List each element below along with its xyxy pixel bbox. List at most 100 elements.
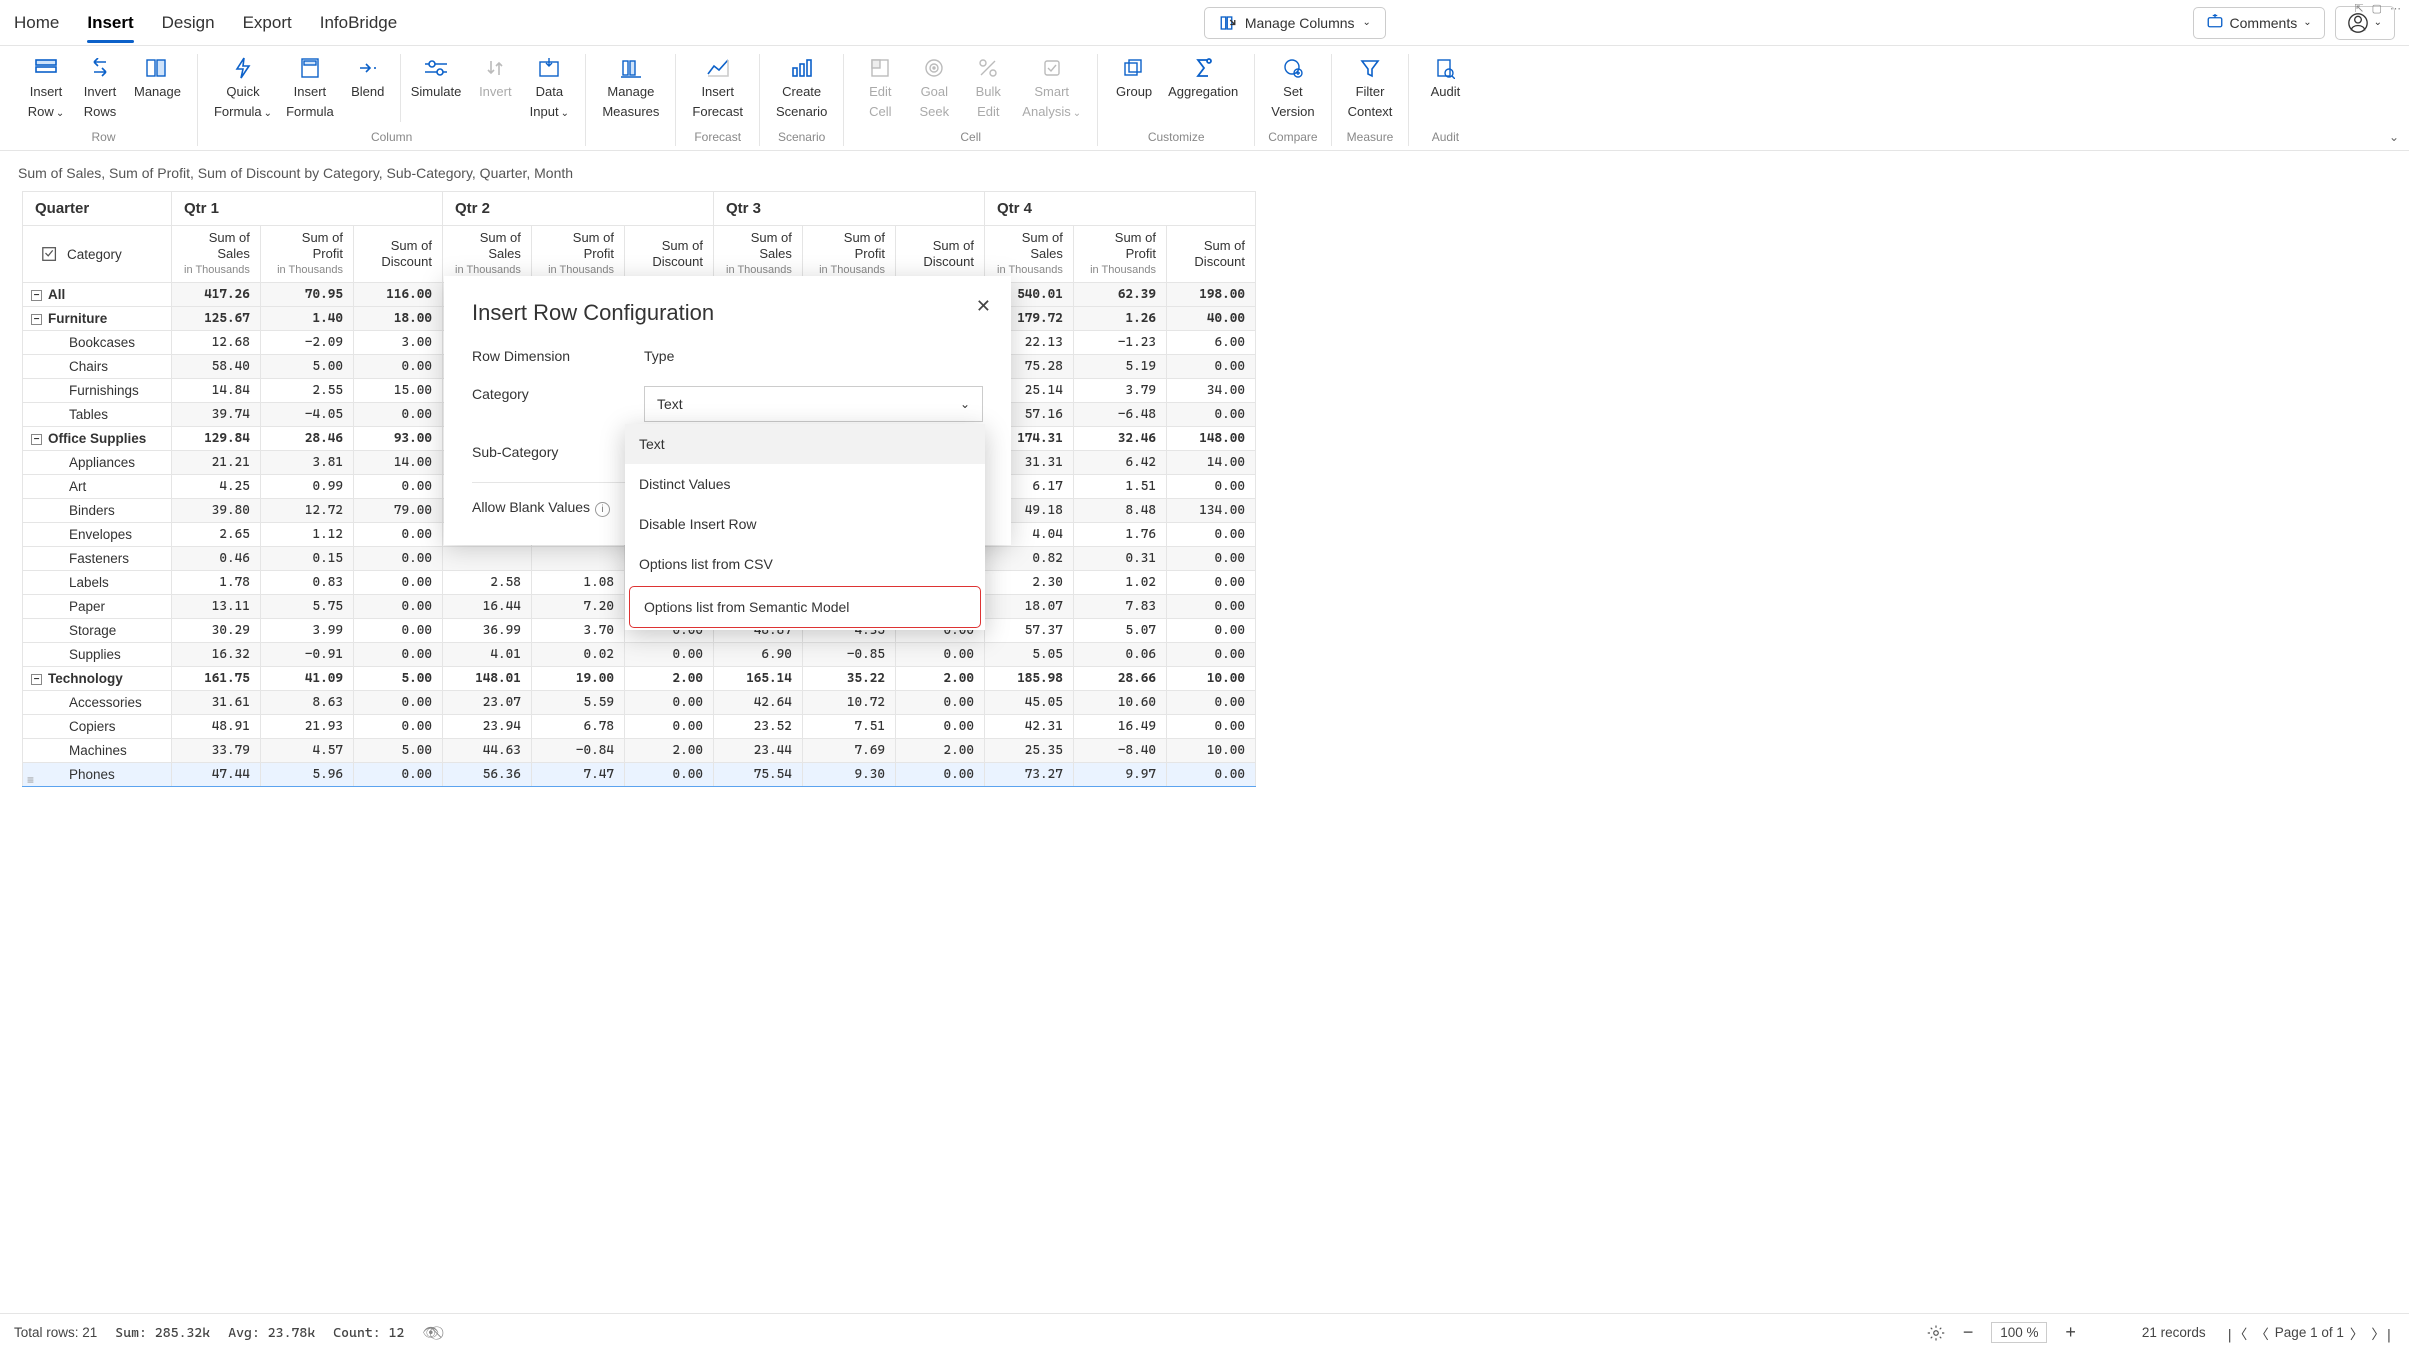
cell[interactable]: 161.75 (171, 667, 260, 691)
cell[interactable]: 40.00 (1166, 307, 1255, 331)
row-header-tech[interactable]: −Technology (23, 667, 172, 691)
row-header-bind[interactable]: Binders (23, 499, 172, 523)
cell[interactable]: 2.00 (895, 667, 984, 691)
row-header-furnsh[interactable]: Furnishings (23, 379, 172, 403)
cell[interactable]: 1.26 (1073, 307, 1166, 331)
row-header-cop[interactable]: Copiers (23, 715, 172, 739)
cell[interactable]: 23.94 (442, 715, 531, 739)
cell[interactable]: 8.63 (260, 691, 353, 715)
cell[interactable]: 70.95 (260, 283, 353, 307)
row-header-lab[interactable]: Labels (23, 571, 172, 595)
cell[interactable]: 39.74 (171, 403, 260, 427)
cell[interactable]: 1.08 (531, 571, 624, 595)
cell[interactable] (442, 547, 531, 571)
cell[interactable]: 9.97 (1073, 763, 1166, 787)
tab-design[interactable]: Design (162, 13, 215, 33)
cell[interactable]: 0.00 (1166, 523, 1255, 547)
cell[interactable]: 1.76 (1073, 523, 1166, 547)
cell[interactable]: 185.98 (984, 667, 1073, 691)
cell[interactable]: 7.20 (531, 595, 624, 619)
row-header-appl[interactable]: Appliances (23, 451, 172, 475)
cell[interactable]: 15.00 (353, 379, 442, 403)
row-header-mach[interactable]: Machines (23, 739, 172, 763)
cell[interactable]: 2.00 (624, 667, 713, 691)
cell[interactable]: 2.65 (171, 523, 260, 547)
cell[interactable]: 2.58 (442, 571, 531, 595)
cell[interactable]: 14.00 (353, 451, 442, 475)
option-text[interactable]: Text (625, 424, 985, 464)
cell[interactable]: 7.69 (802, 739, 895, 763)
pin-icon[interactable]: ⇱ (2354, 2, 2363, 15)
row-header-book[interactable]: Bookcases (23, 331, 172, 355)
cell[interactable]: 23.44 (713, 739, 802, 763)
manage-measures-button[interactable]: Manage Measures (596, 54, 665, 122)
cell[interactable]: 21.21 (171, 451, 260, 475)
cell[interactable]: 75.54 (713, 763, 802, 787)
header-q1[interactable]: Qtr 1 (171, 192, 442, 226)
cell[interactable]: -8.40 (1073, 739, 1166, 763)
cell[interactable]: 1.78 (171, 571, 260, 595)
cell[interactable]: 0.00 (1166, 355, 1255, 379)
zoom-out-button[interactable]: − (1963, 1322, 1974, 1343)
cell[interactable]: 6.42 (1073, 451, 1166, 475)
visibility-icon[interactable]: 👁︎⃠ (422, 1325, 439, 1341)
cell[interactable]: 12.72 (260, 499, 353, 523)
cell[interactable]: 0.00 (895, 643, 984, 667)
header-q2[interactable]: Qtr 2 (442, 192, 713, 226)
row-header-fast[interactable]: Fasteners (23, 547, 172, 571)
cell[interactable]: 5.00 (353, 739, 442, 763)
cell[interactable]: -1.23 (1073, 331, 1166, 355)
cell[interactable]: 93.00 (353, 427, 442, 451)
cell[interactable]: 125.67 (171, 307, 260, 331)
row-header-acc[interactable]: Accessories (23, 691, 172, 715)
cell[interactable]: 79.00 (353, 499, 442, 523)
row-header-stor[interactable]: Storage (23, 619, 172, 643)
collapse-icon[interactable]: − (31, 290, 42, 301)
group-button[interactable]: Group (1108, 54, 1160, 122)
tab-infobridge[interactable]: InfoBridge (320, 13, 398, 33)
cell[interactable]: 16.49 (1073, 715, 1166, 739)
cell[interactable]: 23.52 (713, 715, 802, 739)
close-button[interactable]: ✕ (976, 296, 991, 317)
cell[interactable]: -4.05 (260, 403, 353, 427)
cell[interactable]: 19.00 (531, 667, 624, 691)
category-type-select[interactable]: Text ⌄ (644, 386, 983, 422)
ribbon-expand-button[interactable]: ⌄ (2389, 130, 2399, 144)
quick-formula-button[interactable]: Quick Formula⌄ (208, 54, 278, 124)
cell[interactable]: 10.72 (802, 691, 895, 715)
insert-formula-button[interactable]: Insert Formula (280, 54, 340, 122)
cell[interactable]: 8.48 (1073, 499, 1166, 523)
cell[interactable]: 5.05 (984, 643, 1073, 667)
tab-insert[interactable]: Insert (87, 13, 133, 33)
cell[interactable]: 7.83 (1073, 595, 1166, 619)
prev-page-button[interactable]: 〈 (2253, 1323, 2271, 1343)
cell[interactable]: 0.00 (353, 523, 442, 547)
insert-row-button[interactable]: Insert Row⌄ (20, 54, 72, 124)
cell[interactable]: 0.00 (353, 715, 442, 739)
cell[interactable]: 28.46 (260, 427, 353, 451)
row-header-off[interactable]: −Office Supplies (23, 427, 172, 451)
cell[interactable]: 0.00 (624, 715, 713, 739)
cell[interactable]: 73.27 (984, 763, 1073, 787)
insert-forecast-button[interactable]: Insert Forecast (686, 54, 749, 122)
cell[interactable]: 7.47 (531, 763, 624, 787)
cell[interactable]: 0.15 (260, 547, 353, 571)
cell[interactable]: 4.25 (171, 475, 260, 499)
cell[interactable]: 198.00 (1166, 283, 1255, 307)
set-version-button[interactable]: Set Version (1265, 54, 1320, 122)
cell[interactable]: 0.00 (624, 691, 713, 715)
more-icon[interactable]: ⋯ (2390, 2, 2401, 15)
cell[interactable]: 5.00 (353, 667, 442, 691)
cell[interactable]: 44.63 (442, 739, 531, 763)
cell[interactable]: 7.51 (802, 715, 895, 739)
cell[interactable]: 0.00 (353, 475, 442, 499)
cell[interactable]: 56.36 (442, 763, 531, 787)
cell[interactable]: -0.91 (260, 643, 353, 667)
cell[interactable]: 0.00 (895, 715, 984, 739)
cell[interactable]: 42.64 (713, 691, 802, 715)
cell[interactable]: 0.31 (1073, 547, 1166, 571)
cell[interactable]: 18.00 (353, 307, 442, 331)
cell[interactable]: 1.51 (1073, 475, 1166, 499)
cell[interactable]: 28.66 (1073, 667, 1166, 691)
cell[interactable]: 0.00 (353, 619, 442, 643)
